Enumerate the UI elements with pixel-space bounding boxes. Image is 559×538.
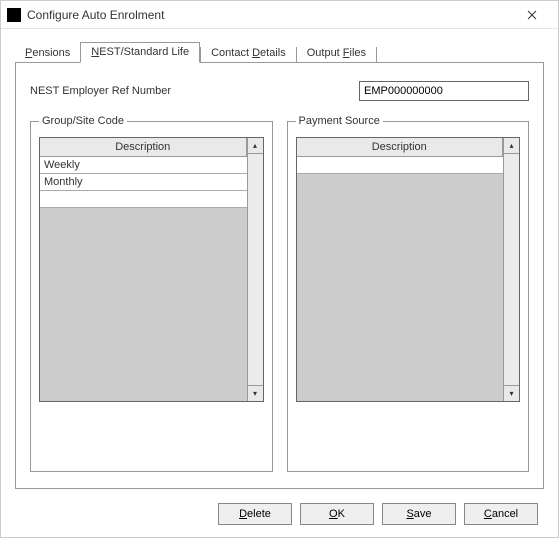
grid-header-description[interactable]: Description [40, 138, 247, 157]
scroll-track[interactable] [504, 154, 519, 385]
table-row[interactable]: Monthly [40, 174, 247, 191]
table-cell: Monthly [40, 176, 247, 188]
scroll-down-button[interactable]: ▾ [504, 385, 519, 401]
group-site-grid-data[interactable]: Weekly Monthly [40, 157, 247, 401]
payment-source-grid-body: Description [297, 138, 504, 401]
grid-header-description[interactable]: Description [297, 138, 504, 157]
tab-panel: NEST Employer Ref Number Group/Site Code… [15, 62, 544, 489]
two-column: Group/Site Code Description Weekly Monthl… [30, 115, 529, 472]
window-title: Configure Auto Enrolment [27, 8, 512, 22]
payment-source-scrollbar: ▴ ▾ [503, 138, 519, 401]
save-button[interactable]: Save [382, 503, 456, 525]
group-site-grid-body: Description Weekly Monthly [40, 138, 247, 401]
button-row: Delete OK Save Cancel [15, 499, 544, 527]
grid-header-row: Description [297, 138, 504, 157]
tab-strip: Pensions NEST/Standard Life Contact Deta… [15, 41, 544, 63]
scroll-up-button[interactable]: ▴ [248, 138, 263, 154]
group-site-code-legend: Group/Site Code [39, 115, 127, 127]
tab-contact-details[interactable]: Contact Details [201, 44, 296, 63]
employer-ref-label: NEST Employer Ref Number [30, 85, 171, 97]
payment-source-legend: Payment Source [296, 115, 383, 127]
table-row[interactable]: Weekly [40, 157, 247, 174]
tab-separator [376, 47, 377, 63]
scroll-up-button[interactable]: ▴ [504, 138, 519, 154]
payment-source-fieldset: Payment Source Description ▴ ▾ [287, 115, 530, 472]
employer-ref-row: NEST Employer Ref Number [30, 81, 529, 101]
close-icon [527, 10, 537, 20]
titlebar: Configure Auto Enrolment [1, 1, 558, 29]
grid-header-row: Description [40, 138, 247, 157]
scroll-track[interactable] [248, 154, 263, 385]
window: Configure Auto Enrolment Pensions NEST/S… [0, 0, 559, 538]
app-icon [7, 8, 21, 22]
group-site-code-fieldset: Group/Site Code Description Weekly Monthl… [30, 115, 273, 472]
table-row-empty[interactable] [40, 191, 247, 208]
cancel-button[interactable]: Cancel [464, 503, 538, 525]
payment-source-grid: Description ▴ ▾ [296, 137, 521, 402]
client-area: Pensions NEST/Standard Life Contact Deta… [1, 29, 558, 537]
tab-nest-standard-life[interactable]: NEST/Standard Life [80, 42, 200, 63]
group-site-scrollbar: ▴ ▾ [247, 138, 263, 401]
tab-pensions[interactable]: Pensions [15, 44, 80, 63]
group-site-grid: Description Weekly Monthly ▴ ▾ [39, 137, 264, 402]
delete-button[interactable]: Delete [218, 503, 292, 525]
tab-output-files[interactable]: Output Files [297, 44, 376, 63]
table-cell: Weekly [40, 159, 247, 171]
table-row-empty[interactable] [297, 157, 504, 174]
payment-source-grid-data[interactable] [297, 157, 504, 401]
close-button[interactable] [512, 3, 552, 27]
ok-button[interactable]: OK [300, 503, 374, 525]
scroll-down-button[interactable]: ▾ [248, 385, 263, 401]
employer-ref-input[interactable] [359, 81, 529, 101]
